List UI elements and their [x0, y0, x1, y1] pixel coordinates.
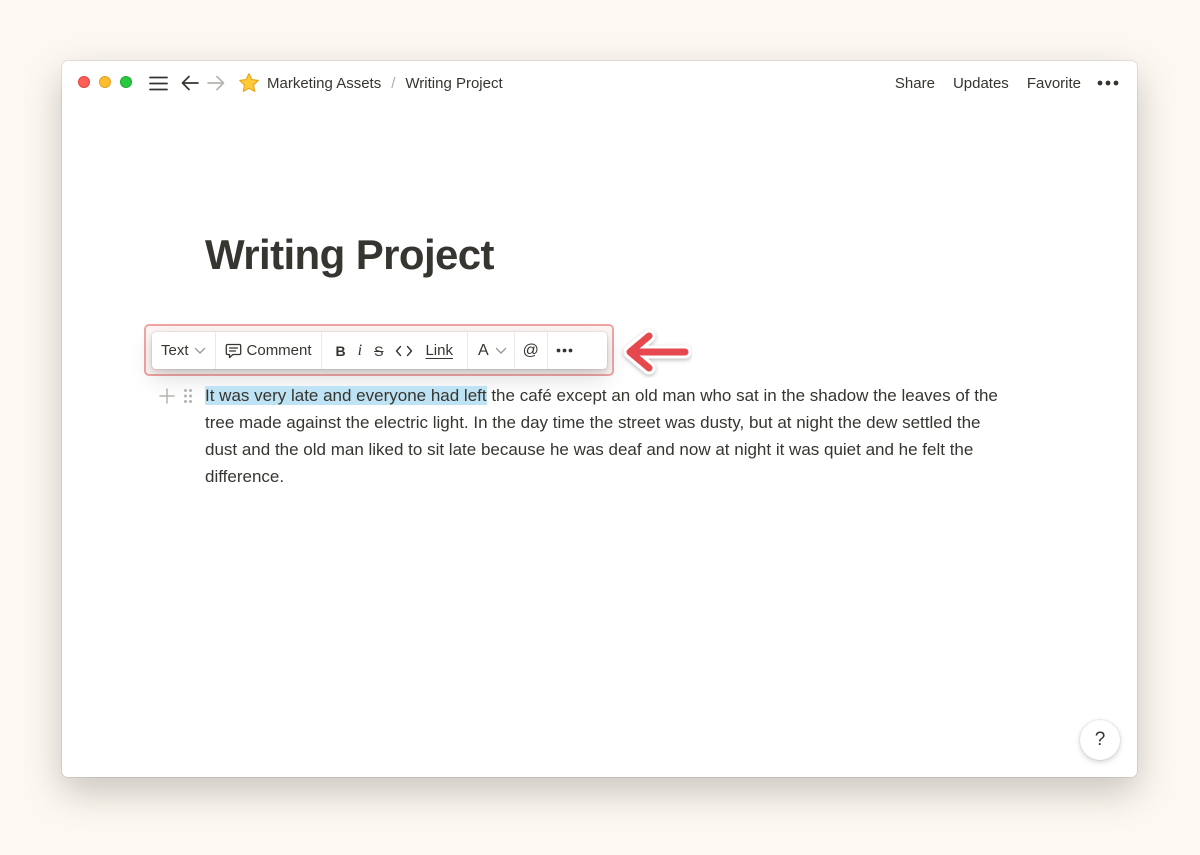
share-button[interactable]: Share	[895, 75, 935, 92]
text-format-group: B i S Link	[322, 332, 468, 369]
help-button[interactable]: ?	[1080, 720, 1120, 760]
back-arrow-icon[interactable]	[180, 72, 200, 94]
formatting-toolbar: Text Comment B i S Link A @	[152, 332, 607, 369]
comment-group: Comment	[216, 332, 322, 369]
breadcrumb-item-writing-project[interactable]: Writing Project	[405, 75, 502, 92]
comment-label: Comment	[246, 342, 312, 359]
mention-group: @	[515, 332, 548, 369]
chevron-down-icon	[194, 347, 205, 354]
drag-handle-icon[interactable]	[182, 387, 194, 405]
mention-button[interactable]: @	[523, 342, 539, 360]
app-window: Marketing Assets / Writing Project Share…	[62, 61, 1137, 777]
close-window-button[interactable]	[78, 76, 90, 88]
block-type-dropdown[interactable]: Text	[161, 342, 206, 359]
block-controls	[158, 387, 194, 405]
updates-button[interactable]: Updates	[953, 75, 1009, 92]
text-color-dropdown[interactable]: A	[478, 342, 507, 360]
comment-icon	[225, 343, 241, 358]
selected-text[interactable]: It was very late and everyone had left	[205, 386, 487, 405]
sidebar-menu-icon[interactable]	[148, 72, 168, 94]
topbar-actions: Share Updates Favorite	[877, 72, 1119, 94]
code-button[interactable]	[389, 345, 419, 357]
annotation-arrow-icon	[623, 329, 692, 375]
forward-arrow-icon[interactable]	[206, 72, 226, 94]
italic-button[interactable]: i	[352, 342, 368, 360]
breadcrumb-separator: /	[391, 74, 396, 92]
color-group: A	[468, 332, 515, 369]
bold-button[interactable]: B	[330, 343, 352, 359]
star-icon	[239, 73, 259, 92]
page-title[interactable]: Writing Project	[205, 231, 495, 279]
more-group	[548, 332, 581, 369]
toolbar-more-icon[interactable]	[556, 348, 573, 353]
add-block-icon[interactable]	[158, 387, 176, 405]
text-block[interactable]: It was very late and everyone had left t…	[205, 382, 1005, 490]
text-color-label: A	[478, 341, 489, 359]
strikethrough-button[interactable]: S	[368, 343, 389, 359]
breadcrumb: Marketing Assets / Writing Project	[238, 72, 503, 94]
favorite-button[interactable]: Favorite	[1027, 75, 1081, 92]
breadcrumb-item-marketing-assets[interactable]: Marketing Assets	[267, 75, 381, 92]
top-bar: Marketing Assets / Writing Project Share…	[62, 61, 1137, 105]
zoom-window-button[interactable]	[120, 76, 132, 88]
block-type-group: Text	[152, 332, 216, 369]
minimize-window-button[interactable]	[99, 76, 111, 88]
more-horizontal-icon[interactable]	[1097, 80, 1119, 86]
comment-button[interactable]: Comment	[225, 342, 312, 359]
link-button[interactable]: Link	[419, 342, 459, 359]
chevron-down-icon	[495, 347, 506, 354]
block-type-label: Text	[161, 342, 189, 359]
code-icon	[396, 345, 413, 356]
